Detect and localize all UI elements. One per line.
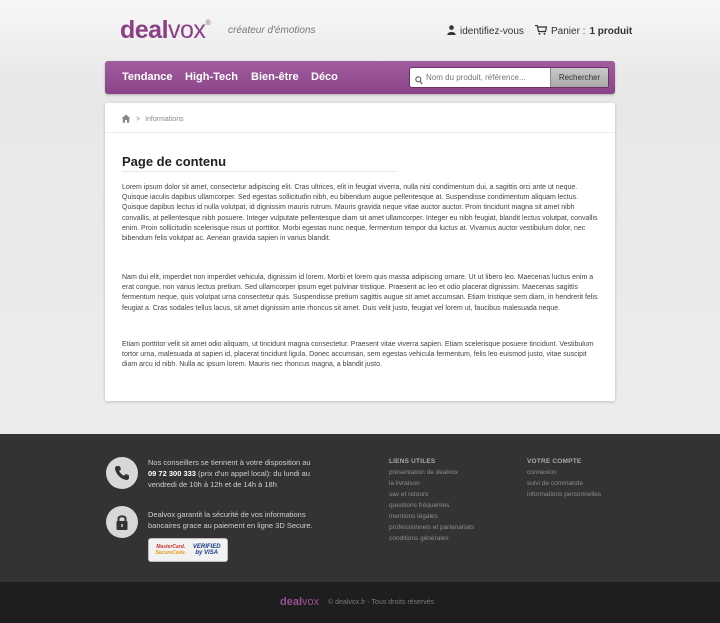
login-label: identifiez-vous <box>460 26 524 37</box>
search-form: Rechercher <box>409 67 609 88</box>
phone-text-2: (prix d'un appel local): du lundi au <box>195 469 310 478</box>
mastercard-securecode-logo: MasterCard. SecureCode. <box>155 544 186 556</box>
search-icon <box>415 72 423 87</box>
content-panel: > Informations Page de contenu Lorem ips… <box>105 103 615 401</box>
footer-link-mentions[interactable]: mentions légales <box>389 513 438 520</box>
footer-logo-deal: deal <box>280 596 303 608</box>
cart-link[interactable]: Panier : 1 produit <box>535 24 633 38</box>
verified-by-visa-logo: VERIFIED by VISA <box>193 544 221 556</box>
nav-item-bien-etre[interactable]: Bien-être <box>251 71 299 83</box>
logo-registered-mark: ® <box>205 20 211 27</box>
breadcrumb-current: Informations <box>145 116 184 123</box>
login-link[interactable]: identifiez-vous <box>447 25 524 38</box>
footer-link-suivi[interactable]: suivi de commande <box>527 480 583 487</box>
footer-logo-vox: vox <box>302 596 320 608</box>
payment-badges: MasterCard. SecureCode. VERIFIED by VISA <box>148 538 228 562</box>
breadcrumb-divider <box>105 132 615 133</box>
phone-number[interactable]: 09 72 300 333 <box>148 469 196 478</box>
footer-link-presentation[interactable]: présentation de dealvox <box>389 469 458 476</box>
bottom-bar: dealvox © dealvox.fr - Tous droits réser… <box>0 582 720 623</box>
phone-text-3: vendredi de 10h à 12h et de 14h à 18h <box>148 480 277 489</box>
phone-icon <box>106 457 138 489</box>
account-title: VOTRE COMPTE <box>527 458 582 465</box>
breadcrumb: > Informations <box>121 114 184 125</box>
site-logo[interactable]: dealvox® <box>120 16 211 45</box>
breadcrumb-separator: > <box>136 116 141 123</box>
paragraph: Etiam porttitor velit sit amet odio aliq… <box>122 341 594 369</box>
footer-link-connexion[interactable]: connexion <box>527 469 557 476</box>
logo-deal: deal <box>120 16 169 44</box>
main-nav: Tendance High-Tech Bien-être Déco Recher… <box>105 61 615 94</box>
footer-link-sav[interactable]: sav et retours <box>389 491 428 498</box>
home-icon[interactable] <box>121 114 131 125</box>
cart-count: 1 produit <box>589 26 633 37</box>
security-text-1: Dealvox garantit la sécurité de vos info… <box>148 510 306 519</box>
logo-vox: vox <box>168 16 206 44</box>
paragraph: Nam dui elit, imperdiet non imperdiet ve… <box>122 274 598 312</box>
footer-link-faq[interactable]: questions fréquentes <box>389 502 449 509</box>
footer-logo[interactable]: dealvox <box>280 596 319 608</box>
site-footer: Nos conseillers se tiennent à votre disp… <box>0 434 720 582</box>
nav-item-deco[interactable]: Déco <box>311 71 338 83</box>
copyright: © dealvox.fr - Tous droits réservés <box>328 599 435 606</box>
security-text-2: bancaires grace au paiement en ligne 3D … <box>148 521 313 530</box>
securecode-text: SecureCode. <box>155 550 187 556</box>
user-icon <box>447 25 456 38</box>
footer-link-partenaires[interactable]: professionnels et partenariats <box>389 524 474 531</box>
search-button[interactable]: Rechercher <box>550 68 608 87</box>
security-info: Dealvox garantit la sécurité de vos info… <box>148 509 363 531</box>
useful-links-title: LIENS UTILES <box>389 458 436 465</box>
cart-label: Panier : <box>551 26 586 37</box>
nav-item-tendance[interactable]: Tendance <box>122 71 173 83</box>
footer-link-conditions[interactable]: conditions générales <box>389 535 449 542</box>
by-visa-text: by VISA <box>195 550 219 556</box>
paragraph: Lorem ipsum dolor sit amet, consectetur … <box>122 184 598 243</box>
cart-icon <box>535 24 548 38</box>
nav-item-high-tech[interactable]: High-Tech <box>185 71 238 83</box>
page-title: Page de contenu <box>122 154 227 169</box>
title-divider <box>122 171 397 172</box>
search-input[interactable] <box>426 68 551 87</box>
site-header: dealvox® créateur d'émotions identifiez-… <box>0 0 720 60</box>
phone-info: Nos conseillers se tiennent à votre disp… <box>148 457 363 490</box>
footer-link-livraison[interactable]: la livraison <box>389 480 420 487</box>
tagline: créateur d'émotions <box>228 25 316 36</box>
footer-link-infos[interactable]: informations personnelles <box>527 491 601 498</box>
phone-text-1: Nos conseillers se tiennent à votre disp… <box>148 458 311 467</box>
lock-icon <box>106 506 138 538</box>
